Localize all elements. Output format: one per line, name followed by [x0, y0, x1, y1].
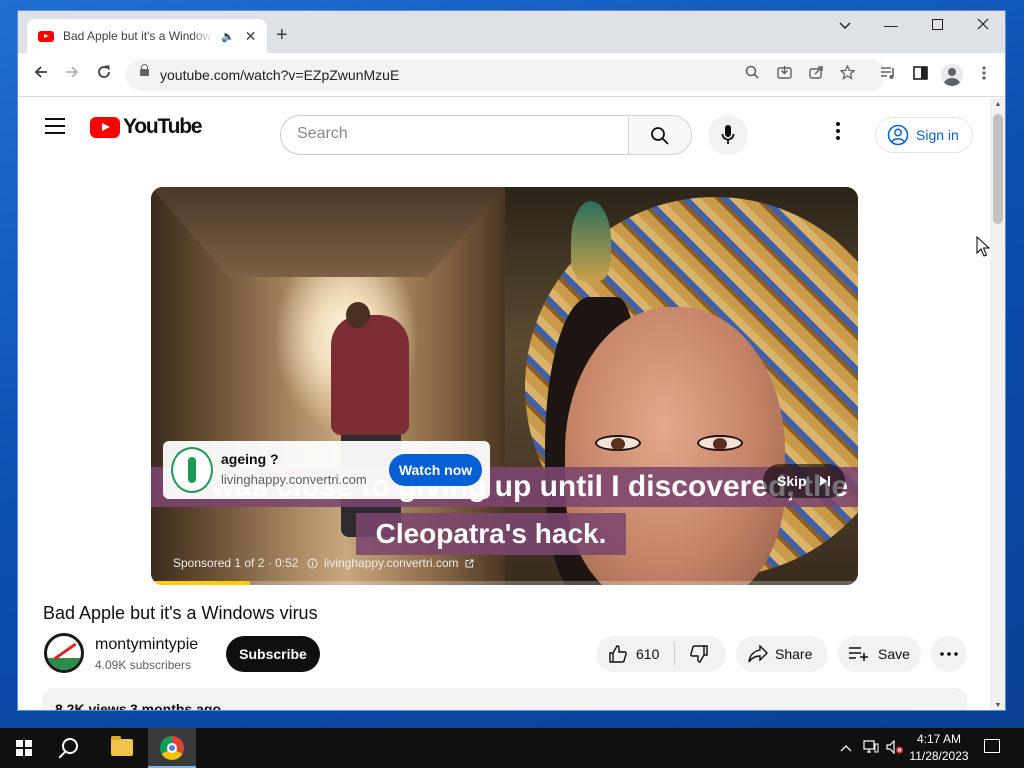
lock-icon[interactable]: [140, 64, 149, 76]
minimize-icon: —: [884, 17, 898, 33]
clock-date[interactable]: 11/28/2023: [905, 749, 973, 763]
skip-next-icon: [820, 476, 830, 486]
info-icon: [307, 558, 318, 569]
upload-date: 3 months ago: [130, 701, 222, 711]
ad-footer-link[interactable]: livinghappy.convertri.com: [324, 556, 474, 570]
minimize-button[interactable]: —: [876, 17, 906, 33]
youtube-logo[interactable]: YouTube: [90, 115, 203, 139]
view-count: 8.2K views: [55, 701, 127, 711]
back-arrow-icon: [34, 66, 47, 78]
watch-now-button[interactable]: Watch now: [389, 454, 482, 486]
more-horiz-icon: [940, 652, 958, 656]
ad-progress-fill: [151, 581, 250, 585]
share-button[interactable]: Share: [736, 636, 828, 672]
browser-toolbar: youtube.com/watch?v=EZpZwunMzuE: [18, 53, 1005, 97]
close-window-button[interactable]: [968, 17, 998, 33]
reload-icon: [98, 65, 110, 78]
maximize-button[interactable]: [922, 17, 952, 33]
search-button[interactable]: [628, 115, 692, 155]
file-explorer-icon[interactable]: [111, 736, 133, 756]
forward-arrow-icon: [66, 66, 79, 78]
youtube-page: YouTube Search Sign in I was close to gi…: [18, 98, 990, 711]
skip-ad-button[interactable]: Skip: [763, 464, 845, 498]
subscriber-count: 4.09K subscribers: [95, 658, 192, 672]
clock-time[interactable]: 4:17 AM: [913, 732, 965, 746]
profile-avatar[interactable]: [941, 64, 963, 86]
taskbar-search-icon[interactable]: [62, 738, 78, 754]
chrome-icon: [160, 736, 184, 760]
taskbar-chrome-button[interactable]: [148, 728, 196, 768]
video-title: Bad Apple but it's a Windows virus: [43, 603, 318, 623]
ad-progress-bar[interactable]: [151, 581, 858, 585]
volume-muted-icon[interactable]: [886, 739, 904, 757]
back-button[interactable]: [30, 64, 52, 84]
search-input[interactable]: Search: [280, 115, 629, 155]
settings-menu-button[interactable]: [836, 122, 840, 144]
forward-button[interactable]: [61, 64, 83, 84]
search-page-icon[interactable]: [742, 65, 762, 82]
playlist-add-icon: [849, 647, 868, 661]
browser-window: Bad Apple but it's a Windows virus 🔈 ✕ +…: [17, 10, 1006, 711]
more-actions-button[interactable]: [931, 636, 967, 672]
sponsored-label: Sponsored 1 of 2 · 0:52: [173, 556, 318, 570]
thumbs-up-icon: [609, 645, 627, 663]
tray-chevron-up-icon[interactable]: [840, 740, 852, 755]
more-vert-icon: [836, 122, 840, 140]
speaker-icon[interactable]: 🔈: [221, 30, 235, 43]
start-button[interactable]: [16, 740, 32, 756]
scroll-up-arrow-icon[interactable]: ▲: [990, 101, 1005, 108]
dislike-button[interactable]: [675, 636, 726, 672]
mouse-pointer-icon: [976, 236, 990, 257]
description-box[interactable]: 8.2K views 3 months ago: [42, 688, 967, 711]
install-app-icon[interactable]: [774, 65, 794, 82]
youtube-play-icon: [90, 116, 120, 138]
page-scrollbar[interactable]: ▲ ▼: [990, 98, 1005, 710]
notification-center-icon[interactable]: [984, 739, 1000, 753]
close-tab-icon[interactable]: ✕: [245, 29, 257, 43]
chrome-menu-icon[interactable]: [974, 66, 994, 84]
tab-strip: Bad Apple but it's a Windows virus 🔈 ✕ +…: [18, 11, 1005, 53]
side-panel-icon[interactable]: [910, 66, 930, 84]
channel-name[interactable]: montymintypie: [95, 636, 198, 654]
like-dislike-group: 610: [596, 636, 726, 672]
sign-in-button[interactable]: Sign in: [875, 117, 973, 153]
voice-search-button[interactable]: [708, 115, 748, 155]
scroll-thumb[interactable]: [993, 114, 1003, 224]
ad-overlay-card[interactable]: ageing ? livinghappy.convertri.com Watch…: [163, 441, 490, 499]
share-page-icon[interactable]: [806, 65, 826, 82]
ad-caption-line-2: Cleopatra's hack.: [356, 513, 626, 555]
tab-search-button[interactable]: [830, 17, 860, 33]
share-arrow-icon: [748, 645, 768, 663]
network-icon[interactable]: [863, 740, 879, 757]
bookmark-star-icon[interactable]: [837, 64, 857, 83]
thumbs-down-icon: [690, 645, 708, 663]
chevron-down-icon: [839, 22, 851, 29]
external-link-icon: [465, 559, 474, 568]
tab-title: Bad Apple but it's a Windows virus: [63, 29, 213, 43]
channel-avatar[interactable]: [44, 633, 84, 673]
save-to-playlist-button[interactable]: Save: [838, 636, 921, 672]
video-player[interactable]: I was close to giving up until I discove…: [151, 187, 858, 585]
advertiser-logo-icon: [171, 447, 213, 493]
close-icon: [977, 18, 989, 30]
new-tab-button[interactable]: +: [276, 25, 288, 45]
plus-icon: +: [276, 24, 288, 46]
guide-menu-button[interactable]: [45, 118, 65, 134]
maximize-icon: [931, 19, 943, 30]
address-bar[interactable]: youtube.com/watch?v=EZpZwunMzuE: [126, 59, 886, 91]
account-circle-icon: [887, 124, 909, 146]
subscribe-button[interactable]: Subscribe: [226, 636, 320, 672]
ad-domain: livinghappy.convertri.com: [221, 472, 367, 487]
reload-button[interactable]: [93, 64, 115, 84]
youtube-favicon-icon: [38, 30, 54, 42]
tab-youtube-video[interactable]: Bad Apple but it's a Windows virus 🔈 ✕: [27, 19, 267, 53]
like-button[interactable]: 610: [596, 636, 674, 672]
ad-headline: ageing ?: [221, 451, 279, 467]
reading-list-icon[interactable]: [878, 66, 898, 84]
taskbar: 4:17 AM 11/28/2023: [0, 728, 1024, 768]
scroll-down-arrow-icon[interactable]: ▼: [990, 702, 1005, 709]
microphone-icon: [721, 125, 735, 144]
url-text[interactable]: youtube.com/watch?v=EZpZwunMzuE: [160, 67, 399, 83]
search-icon: [651, 127, 669, 145]
